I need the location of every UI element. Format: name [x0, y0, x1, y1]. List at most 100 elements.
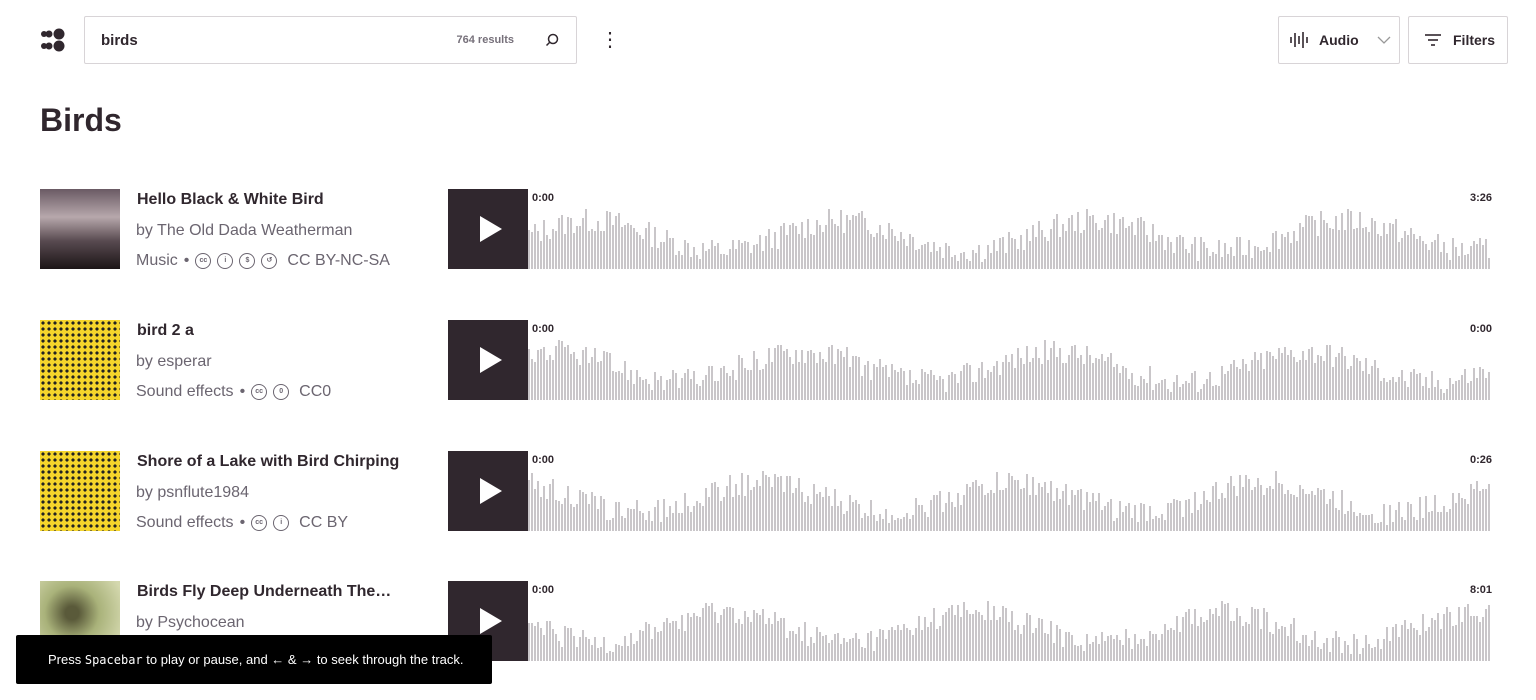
waveform-bar: [807, 646, 809, 661]
waveform-bar: [1287, 354, 1289, 400]
waveform-bar: [1173, 252, 1175, 269]
track-title[interactable]: Hello Black & White Bird: [137, 191, 324, 209]
waveform-bar: [759, 485, 761, 531]
waveform-bar: [1140, 217, 1142, 269]
track-duration: 3:26: [1469, 192, 1492, 204]
waveform-bar: [564, 233, 566, 269]
waveform-bar: [873, 236, 875, 269]
waveform-seekbar[interactable]: [528, 451, 1492, 531]
audio-track-row[interactable]: bird 2 a by esperar Sound effects • cc 0 CC0 …: [40, 320, 1492, 400]
waveform-bar: [1068, 354, 1070, 400]
waveform-bar: [1074, 644, 1076, 661]
waveform-bar: [708, 497, 710, 531]
waveform-bar: [666, 229, 668, 269]
waveform-bar: [921, 630, 923, 661]
waveform-bar: [1383, 639, 1385, 661]
waveform-bar: [630, 508, 632, 531]
waveform-bar: [1224, 498, 1226, 531]
license-by-icon: i: [217, 253, 234, 269]
track-creator: by esperar: [136, 353, 212, 370]
audio-track-row[interactable]: Hello Black & White Bird by The Old Dada…: [40, 189, 1492, 269]
waveform-bar: [858, 503, 860, 531]
search-icon[interactable]: [544, 32, 560, 48]
waveform-bar: [960, 505, 962, 531]
waveform-bar: [900, 368, 902, 400]
waveform-bar: [963, 252, 965, 269]
waveform-bar: [1158, 640, 1160, 661]
waveform-bar: [1467, 383, 1469, 400]
waveform-bar: [948, 374, 950, 400]
waveform-bar: [882, 235, 884, 269]
waveform-bar: [789, 224, 791, 269]
search-bar[interactable]: birds 764 results: [84, 16, 577, 64]
waveform-bar: [897, 372, 899, 400]
waveform-bar: [666, 617, 668, 661]
waveform-seekbar[interactable]: [528, 189, 1492, 269]
waveform-bar: [1197, 391, 1199, 400]
waveform-bar: [852, 638, 854, 661]
waveform-bar: [816, 494, 818, 531]
search-input[interactable]: birds: [101, 32, 457, 49]
waveform-bar: [630, 225, 632, 269]
waveform-bar: [591, 491, 593, 531]
audio-track-row[interactable]: Shore of a Lake with Bird Chirping by ps…: [40, 451, 1492, 531]
waveform-bar: [678, 388, 680, 400]
waveform-bar: [1434, 494, 1436, 531]
waveform-bar: [1401, 517, 1403, 531]
play-button[interactable]: [448, 320, 528, 400]
waveform-bar: [1446, 253, 1448, 269]
waveform-bar: [1005, 252, 1007, 269]
waveform-bar: [675, 501, 677, 531]
openverse-logo[interactable]: [40, 28, 66, 52]
track-thumbnail[interactable]: [40, 320, 120, 400]
waveform-bar: [831, 639, 833, 661]
waveform-bar: [600, 230, 602, 269]
waveform-bar: [993, 366, 995, 400]
waveform-bar: [1005, 487, 1007, 531]
waveform-bar: [732, 239, 734, 269]
waveform-bar: [774, 232, 776, 269]
waveform-bar: [879, 513, 881, 531]
waveform-bar: [795, 226, 797, 269]
more-menu-icon[interactable]: ⋮: [600, 28, 620, 52]
track-license: CC BY: [299, 514, 349, 531]
waveform-bar: [1389, 379, 1391, 400]
waveform-bar: [1452, 384, 1454, 400]
waveform-bar: [825, 486, 827, 531]
waveform-bar: [585, 636, 587, 661]
waveform-bar: [606, 652, 608, 661]
waveform-bar: [1332, 229, 1334, 269]
play-button[interactable]: [448, 451, 528, 531]
content-type-button[interactable]: Audio: [1278, 16, 1400, 64]
filters-button[interactable]: Filters: [1408, 16, 1508, 64]
waveform-bar: [1167, 502, 1169, 531]
waveform-bar: [1254, 486, 1256, 531]
waveform-seekbar[interactable]: [528, 581, 1492, 661]
waveform-bar: [936, 495, 938, 531]
waveform-bar: [1272, 634, 1274, 661]
waveform-bar: [1143, 639, 1145, 661]
waveform-bar: [888, 376, 890, 400]
waveform-bar: [1224, 373, 1226, 400]
play-button[interactable]: [448, 189, 528, 269]
waveform-bar: [1422, 386, 1424, 400]
waveform-bar: [1386, 382, 1388, 400]
waveform-bar: [948, 492, 950, 531]
track-title[interactable]: Shore of a Lake with Bird Chirping: [137, 453, 399, 471]
waveform-bar: [717, 622, 719, 661]
waveform-bar: [894, 369, 896, 400]
track-title[interactable]: bird 2 a: [137, 322, 194, 340]
waveform-bar: [1101, 632, 1103, 661]
track-duration: 8:01: [1469, 584, 1492, 596]
track-title[interactable]: Birds Fly Deep Underneath The…: [137, 583, 391, 601]
waveform-bar: [864, 648, 866, 661]
waveform-bar: [765, 235, 767, 269]
waveform-seekbar[interactable]: [528, 320, 1492, 400]
waveform-bar: [1053, 219, 1055, 269]
waveform-bar: [1323, 219, 1325, 269]
track-thumbnail[interactable]: [40, 189, 120, 269]
waveform-bar: [639, 377, 641, 400]
waveform-bar: [1131, 648, 1133, 661]
waveform-bar: [717, 242, 719, 269]
track-thumbnail[interactable]: [40, 451, 120, 531]
